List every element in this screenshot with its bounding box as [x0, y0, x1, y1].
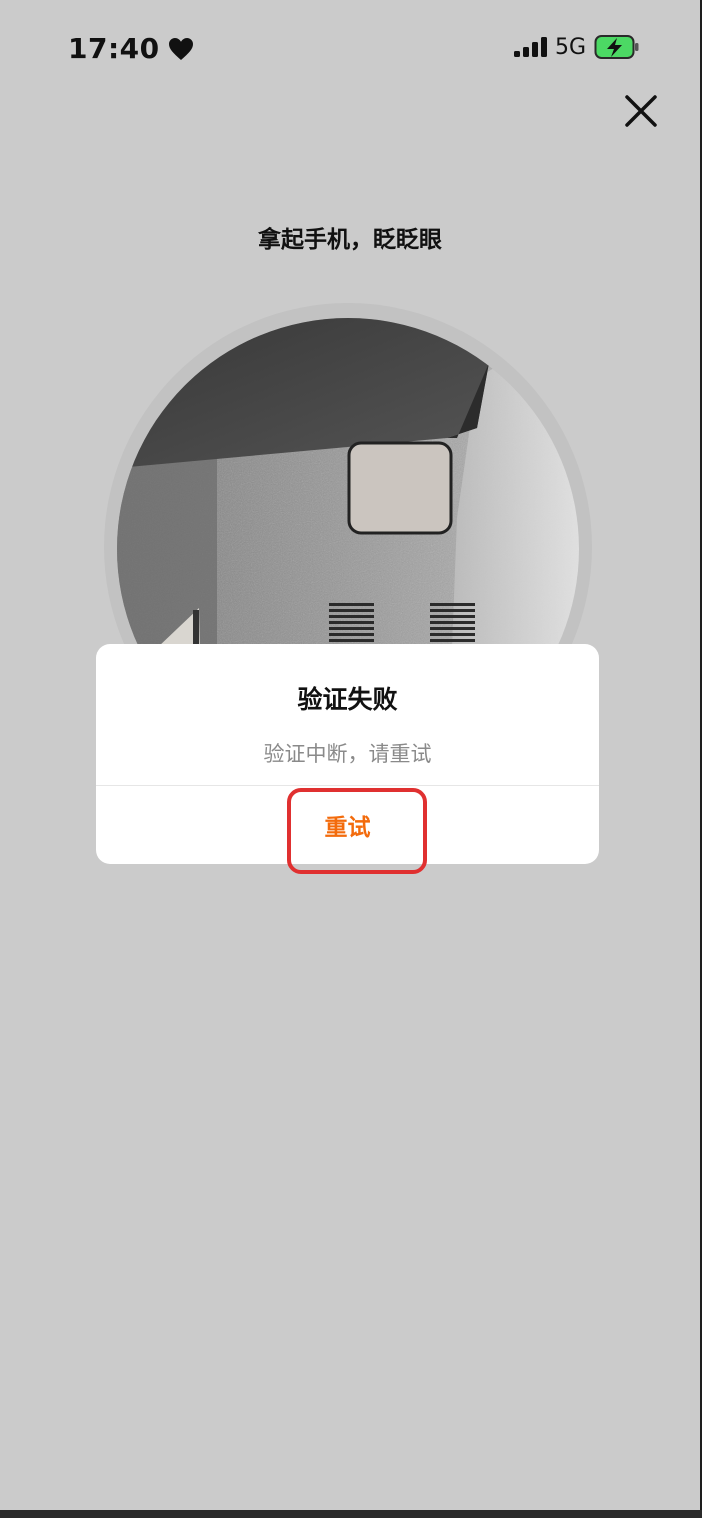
heart-icon [168, 37, 193, 60]
verification-failed-dialog: 验证失败 验证中断，请重试 重试 [96, 644, 599, 864]
retry-button[interactable]: 重试 [96, 786, 599, 864]
time-label: 17:40 [68, 32, 160, 65]
signal-bars-icon [513, 37, 547, 57]
bottom-edge [0, 1510, 702, 1518]
dialog-title: 验证失败 [297, 685, 398, 714]
instruction-text: 拿起手机，眨眨眼 [258, 227, 442, 253]
battery-charging-icon [594, 35, 639, 59]
network-type-label: 5G [554, 34, 586, 60]
status-bar-time: 17:40 [68, 32, 194, 65]
status-bar-indicators: 5G [513, 34, 640, 60]
close-icon[interactable] [622, 92, 660, 130]
dialog-message: 验证中断，请重试 [263, 742, 432, 766]
face-verification-screen: 17:40 5G 拿起手机，眨眨眼 验证失败 验证中断，请重试 重试 [0, 0, 702, 1510]
